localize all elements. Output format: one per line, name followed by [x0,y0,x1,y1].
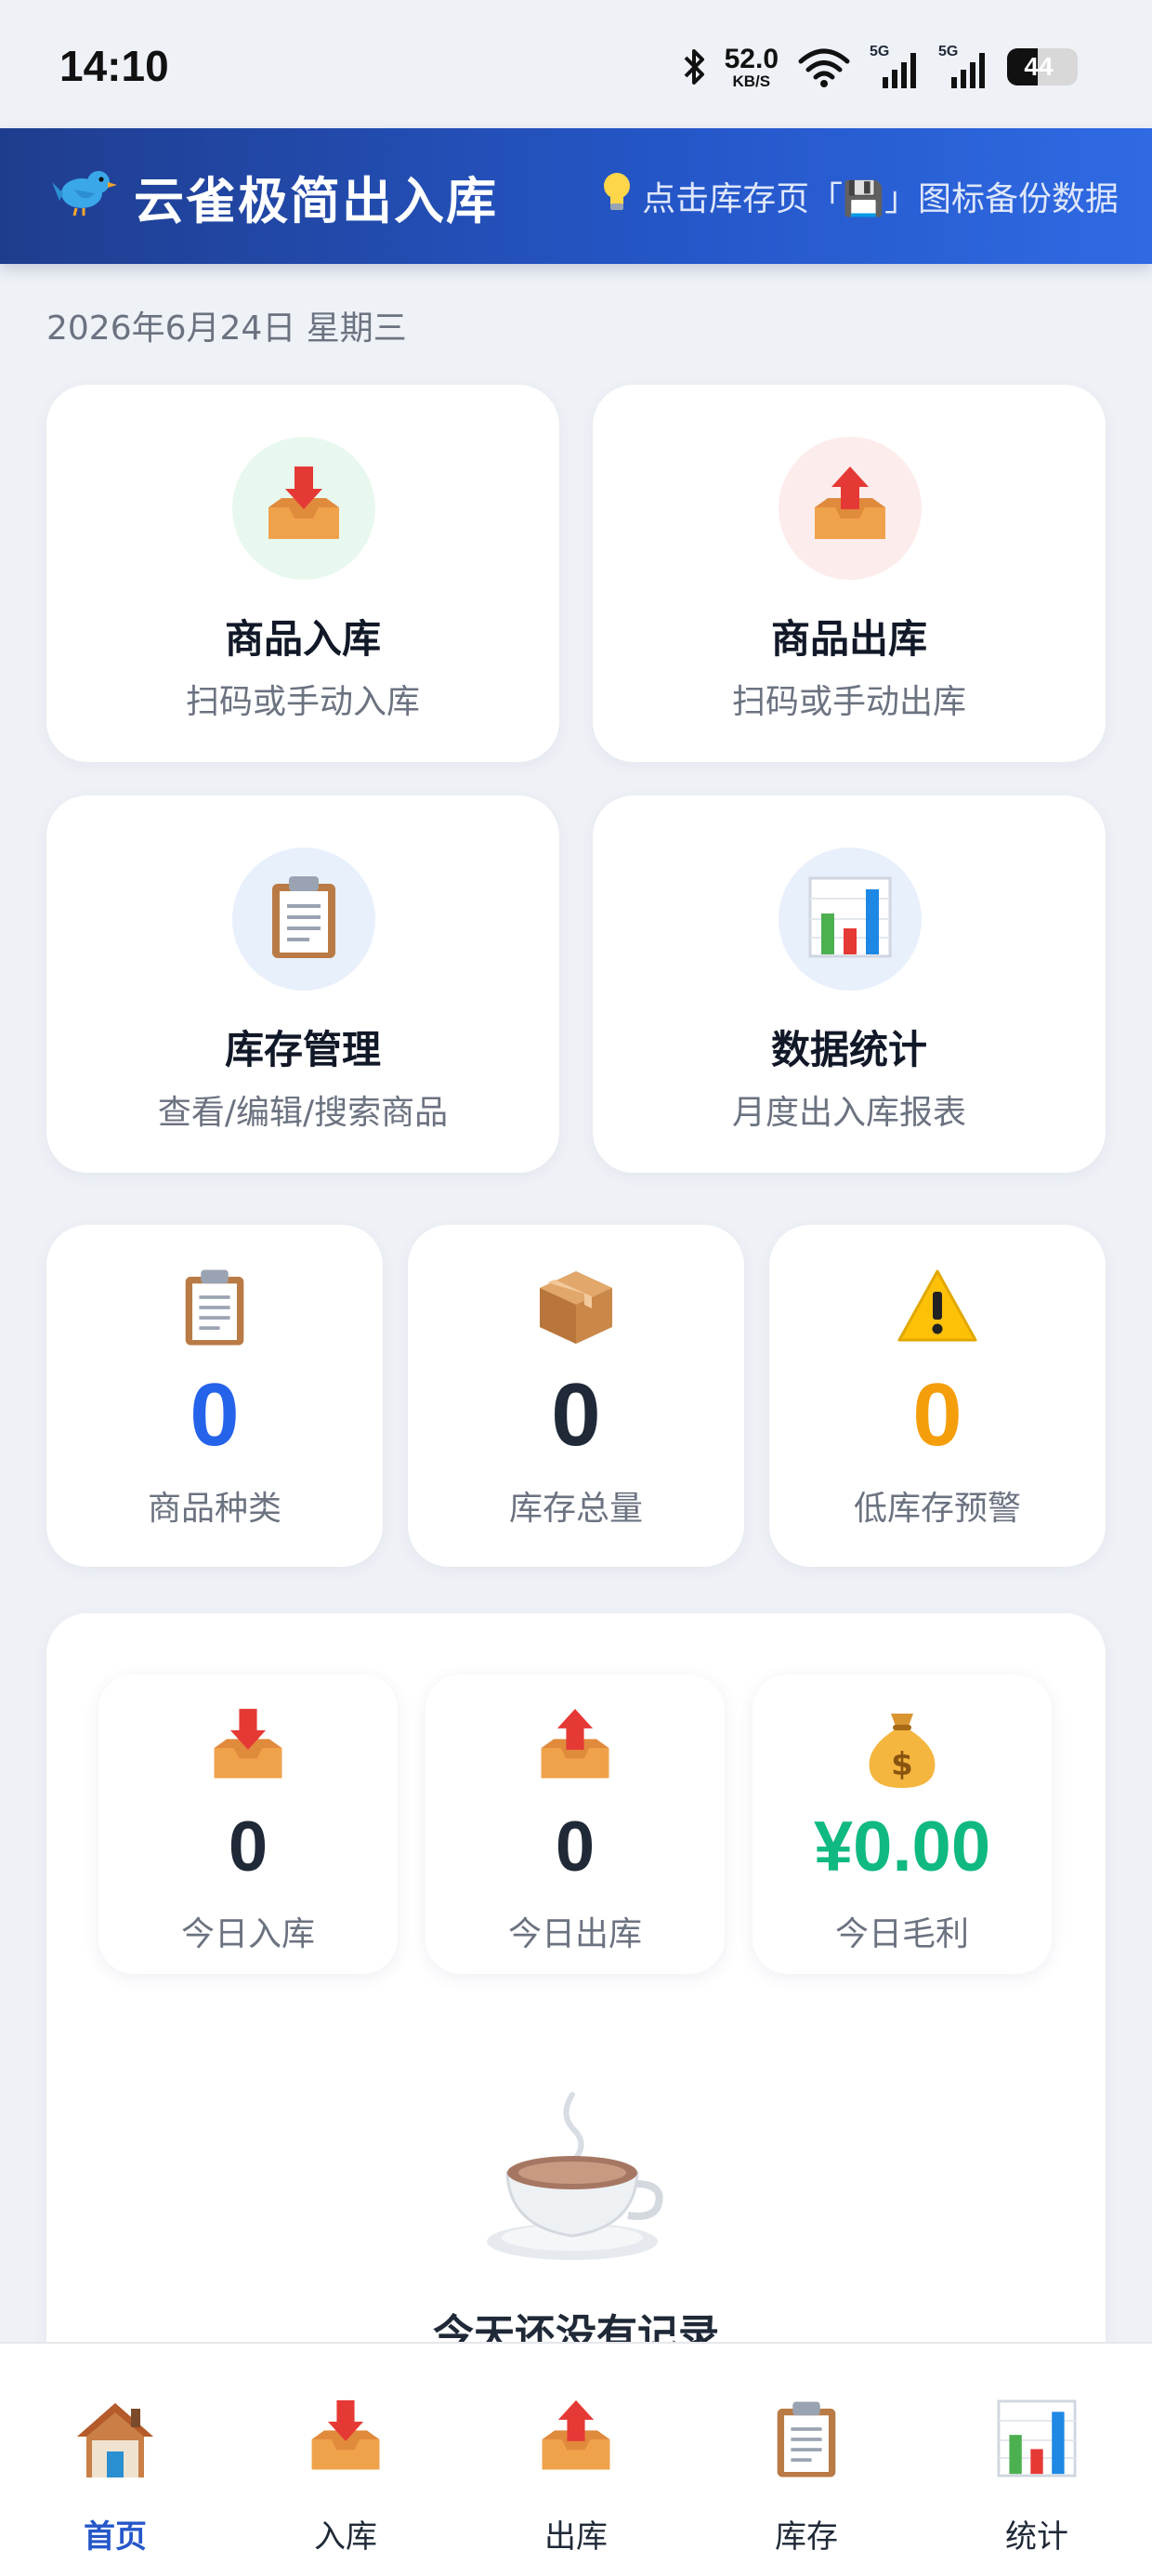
inventory-title: 库存管理 [224,1027,381,1072]
clipboard-icon [691,2399,922,2479]
stat-product-types-label: 商品种类 [147,1490,281,1528]
bar-chart-icon [922,2399,1152,2477]
bar-chart-icon [808,876,892,962]
bird-logo-icon [52,162,117,230]
stat-total-stock[interactable]: 0 库存总量 [408,1225,744,1567]
nav-inventory[interactable]: 库存 [691,2344,922,2576]
stat-total-stock-value: 0 [551,1365,601,1465]
inventory-icon-circle [232,848,375,991]
nav-stock-in-label: 入库 [314,2518,377,2556]
inbox-out-icon [807,467,893,550]
wifi-icon [797,46,851,87]
status-icons: 52.0 KB/S 5G 5G 44 [682,41,1078,93]
stock-in-subtitle: 扫码或手动入库 [185,683,420,721]
package-icon [408,1268,744,1347]
backup-tip-text: 点击库存页「💾」图标备份数据 [642,179,1119,218]
today-profit-value: ¥0.00 [813,1807,991,1886]
money-bag-icon: $ [753,1708,1052,1790]
svg-text:$: $ [891,1746,913,1783]
stat-low-stock-label: 低库存预警 [853,1490,1021,1528]
stock-out-icon-circle [779,437,922,580]
inbox-out-icon [461,2399,691,2477]
statistics-subtitle: 月度出入库报表 [731,1094,966,1132]
statistics-icon-circle [779,848,922,991]
stat-product-types[interactable]: 0 商品种类 [46,1225,383,1567]
inbox-in-icon [230,2399,461,2477]
current-date: 2026年6月24日 星期三 [46,309,407,348]
battery-level: 44 [1024,52,1054,81]
inbox-in-icon [98,1708,398,1786]
inbox-in-icon [261,467,347,550]
nav-inventory-label: 库存 [775,2518,838,2556]
bottom-nav: 首页 入库 出库 库存 统计 [0,2342,1152,2576]
status-bar: 14:10 52.0 KB/S 5G 5G 44 [0,0,1152,128]
statistics-title: 数据统计 [770,1027,927,1072]
nav-stock-out[interactable]: 出库 [461,2344,691,2576]
stock-in-title: 商品入库 [224,616,381,662]
statistics-card[interactable]: 数据统计 月度出入库报表 [593,795,1106,1173]
network-speed-unit: KB/S [732,72,771,90]
coffee-icon [483,2087,669,2267]
nav-stock-out-label: 出库 [544,2518,608,2556]
network-speed: 52.0 KB/S [724,43,779,90]
lightbulb-icon [601,171,633,220]
stock-in-card[interactable]: 商品入库 扫码或手动入库 [46,385,559,762]
today-stock-out-value: 0 [555,1807,596,1886]
inventory-subtitle: 查看/编辑/搜索商品 [157,1094,449,1132]
stat-low-stock-value: 0 [912,1365,962,1465]
nav-statistics[interactable]: 统计 [922,2344,1152,2576]
house-icon [0,2399,230,2479]
stock-out-title: 商品出库 [770,616,927,662]
status-time: 14:10 [59,42,169,90]
app-title: 云雀极简出入库 [134,171,498,230]
nav-statistics-label: 统计 [1005,2518,1068,2556]
nav-home[interactable]: 首页 [0,2344,230,2576]
app-header: 云雀极简出入库 点击库存页「💾」图标备份数据 [0,128,1152,264]
stat-product-types-value: 0 [190,1365,240,1465]
stock-in-icon-circle [232,437,375,580]
stock-out-card[interactable]: 商品出库 扫码或手动出库 [593,385,1106,762]
backup-tip: 点击库存页「💾」图标备份数据 [601,171,1119,220]
today-profit-label: 今日毛利 [834,1915,969,1953]
today-stock-in-label: 今日入库 [180,1915,315,1953]
inventory-card[interactable]: 库存管理 查看/编辑/搜索商品 [46,795,559,1173]
clipboard-icon [46,1268,383,1347]
today-stock-in-card[interactable]: 0 今日入库 [98,1675,398,1974]
stat-low-stock[interactable]: 0 低库存预警 [769,1225,1106,1567]
signal-5g-icon: 5G [938,44,988,90]
warning-icon [769,1268,1106,1344]
stock-out-subtitle: 扫码或手动出库 [731,683,966,721]
clipboard-icon [268,874,339,964]
nav-home-label: 首页 [84,2518,147,2556]
stat-total-stock-label: 库存总量 [508,1490,643,1528]
bluetooth-icon [682,46,706,87]
today-stock-out-label: 今日出库 [507,1915,642,1953]
battery-icon: 44 [1007,48,1078,85]
network-speed-value: 52.0 [724,43,779,74]
today-stock-out-card[interactable]: 0 今日出库 [425,1675,725,1974]
today-stock-in-value: 0 [228,1807,268,1886]
signal-5g-icon: 5G [870,44,920,90]
inbox-out-icon [425,1708,725,1786]
nav-stock-in[interactable]: 入库 [230,2344,461,2576]
today-profit-card[interactable]: $ ¥0.00 今日毛利 [753,1675,1052,1974]
